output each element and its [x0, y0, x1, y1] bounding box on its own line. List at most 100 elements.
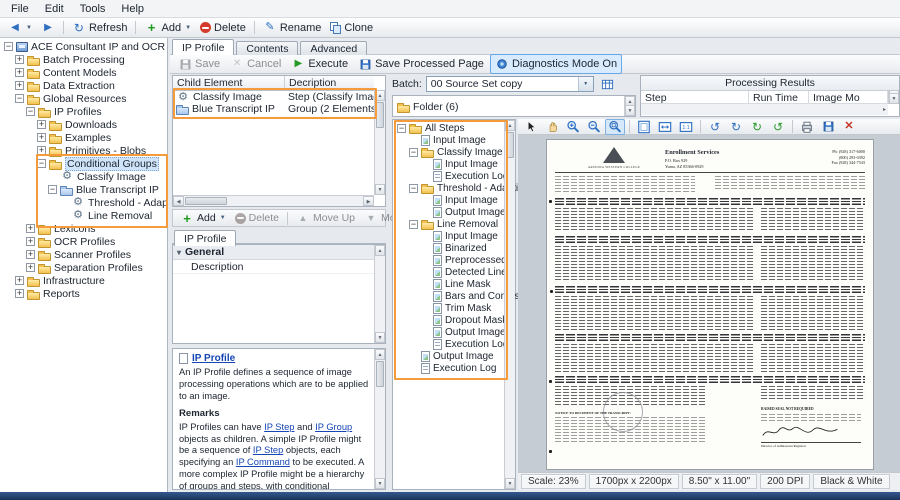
- clone-button[interactable]: Clone: [326, 19, 377, 37]
- scroll-down-button[interactable]: ▼: [375, 184, 385, 195]
- results-horizontal-scrollbar[interactable]: ▸: [641, 103, 888, 115]
- expander-expand-icon[interactable]: +: [26, 250, 35, 259]
- scroll-thumb[interactable]: [185, 197, 227, 205]
- expander-expand-icon[interactable]: +: [15, 289, 24, 298]
- expander-expand-icon[interactable]: +: [15, 81, 24, 90]
- select-tool-button[interactable]: [521, 119, 541, 135]
- save-processed-page-button[interactable]: Save Processed Page: [354, 55, 488, 73]
- vertical-scrollbar[interactable]: ▲▼: [374, 349, 385, 489]
- vertical-scrollbar[interactable]: ▲▼: [374, 245, 385, 343]
- folder-item[interactable]: Folder (6): [393, 96, 635, 113]
- expander-collapse-icon[interactable]: −: [15, 94, 24, 103]
- nav-tree-item[interactable]: −IP Profiles: [0, 105, 167, 118]
- expander-expand-icon[interactable]: +: [26, 224, 35, 233]
- property-group-general[interactable]: General: [173, 245, 374, 260]
- collapse-icon[interactable]: [177, 246, 181, 258]
- scroll-up-button[interactable]: ▲: [375, 245, 385, 256]
- help-link[interactable]: IP Step: [264, 422, 294, 432]
- nav-tree-item[interactable]: −ACE Consultant IP and OCR: [0, 40, 167, 53]
- menu-help[interactable]: Help: [114, 2, 151, 16]
- expander-expand-icon[interactable]: +: [15, 55, 24, 64]
- print-page-button[interactable]: [797, 119, 817, 135]
- menu-edit[interactable]: Edit: [38, 2, 71, 16]
- scroll-down-button[interactable]: ▼: [375, 332, 385, 343]
- menu-file[interactable]: File: [4, 2, 36, 16]
- combo-dropdown-icon[interactable]: [578, 77, 593, 91]
- nav-tree-item[interactable]: +Infrastructure: [0, 274, 167, 287]
- nav-tree-item[interactable]: +Separation Profiles: [0, 261, 167, 274]
- zoom-out-button[interactable]: [584, 119, 604, 135]
- refresh-page-button[interactable]: ↻: [747, 119, 767, 135]
- horizontal-scrollbar[interactable]: ◀▶: [173, 195, 374, 206]
- folder-icon: [27, 279, 40, 287]
- nav-tree-item[interactable]: +Downloads: [0, 118, 167, 131]
- nav-tree-item[interactable]: +Scanner Profiles: [0, 248, 167, 261]
- nav-tree-item[interactable]: +Examples: [0, 131, 167, 144]
- back-button[interactable]: ◀▼: [4, 19, 36, 37]
- nav-tree-item[interactable]: +Content Models: [0, 66, 167, 79]
- nav-tree-item[interactable]: +Batch Processing: [0, 53, 167, 66]
- expander-expand-icon[interactable]: +: [26, 263, 35, 272]
- menu-tools[interactable]: Tools: [73, 2, 113, 16]
- help-link[interactable]: IP Step: [253, 445, 283, 455]
- expander-expand-icon[interactable]: +: [15, 68, 24, 77]
- rename-button[interactable]: ✎Rename: [259, 19, 326, 37]
- actual-size-button[interactable]: 1:1: [676, 119, 696, 135]
- expander-expand-icon[interactable]: +: [15, 276, 24, 285]
- scroll-down-button[interactable]: ▼: [625, 105, 635, 116]
- vertical-scrollbar[interactable]: ▲▼: [888, 90, 899, 104]
- expander-expand-icon[interactable]: +: [26, 237, 35, 246]
- property-row-description[interactable]: Description: [173, 260, 374, 274]
- save-page-image-button[interactable]: [818, 119, 838, 135]
- help-title-link[interactable]: IP Profile: [192, 353, 235, 364]
- nav-tree-item[interactable]: +Data Extraction: [0, 79, 167, 92]
- expander-collapse-icon[interactable]: −: [4, 42, 13, 51]
- expander-expand-icon[interactable]: +: [37, 133, 46, 142]
- scroll-thumb[interactable]: [376, 361, 384, 387]
- rotate-right-button[interactable]: ↻: [726, 119, 746, 135]
- rotate-left-button[interactable]: ↺: [705, 119, 725, 135]
- add-child-button[interactable]: +Add▼: [176, 209, 230, 227]
- zoom-region-button[interactable]: [605, 119, 625, 135]
- vertical-scrollbar[interactable]: ▲▼: [624, 96, 635, 116]
- save-button[interactable]: Save: [174, 55, 224, 73]
- nav-tree-item[interactable]: +OCR Profiles: [0, 235, 167, 248]
- nav-tree-item[interactable]: +Reports: [0, 287, 167, 300]
- help-intro-text: An IP Profile defines a sequence of imag…: [179, 367, 371, 403]
- help-link[interactable]: IP Group: [315, 422, 352, 432]
- scroll-down-button[interactable]: ▼: [889, 93, 899, 104]
- fit-width-button[interactable]: [655, 119, 675, 135]
- zoom-in-button[interactable]: [563, 119, 583, 135]
- move-up-button[interactable]: ▲Move Up: [292, 209, 359, 227]
- pan-tool-button[interactable]: [542, 119, 562, 135]
- scroll-down-button[interactable]: ▼: [505, 478, 515, 489]
- tab-ip-profile[interactable]: IP Profile: [172, 39, 234, 55]
- scroll-left-button[interactable]: ◀: [173, 196, 184, 206]
- tab-ip-profile-properties[interactable]: IP Profile: [174, 230, 236, 246]
- add-button[interactable]: +Add▼: [140, 19, 195, 37]
- batch-grid-button[interactable]: [598, 76, 618, 92]
- fit-page-button[interactable]: [634, 119, 654, 135]
- delete-child-button[interactable]: Delete: [231, 209, 283, 227]
- tab-contents[interactable]: Contents: [236, 41, 298, 56]
- delete-button[interactable]: Delete: [196, 19, 250, 37]
- help-link[interactable]: IP Command: [236, 457, 290, 467]
- annotation-highlight-tree: [36, 154, 168, 228]
- expander-collapse-icon[interactable]: −: [26, 107, 35, 116]
- reprocess-page-button[interactable]: ↺: [768, 119, 788, 135]
- scroll-thumb[interactable]: [376, 102, 384, 128]
- close-viewer-button[interactable]: ✕: [839, 119, 859, 135]
- expander-expand-icon[interactable]: +: [37, 120, 46, 129]
- image-viewer-canvas[interactable]: ARIZONA WESTERN COLLEGE Enrollment Servi…: [518, 135, 900, 472]
- diagnostics-mode-button[interactable]: Diagnostics Mode On: [490, 54, 622, 74]
- cancel-button[interactable]: ✕Cancel: [226, 55, 285, 73]
- scroll-down-button[interactable]: ▼: [375, 478, 385, 489]
- execute-button[interactable]: ▶Execute: [287, 55, 352, 73]
- forward-button[interactable]: ▶: [37, 19, 59, 37]
- batch-combobox[interactable]: 00 Source Set copy: [426, 76, 594, 92]
- scroll-up-button[interactable]: ▲: [375, 349, 385, 360]
- scroll-right-button[interactable]: ▶: [363, 196, 374, 206]
- refresh-button[interactable]: ↻Refresh: [68, 19, 132, 37]
- tab-advanced[interactable]: Advanced: [300, 41, 367, 56]
- nav-tree-item[interactable]: −Global Resources: [0, 92, 167, 105]
